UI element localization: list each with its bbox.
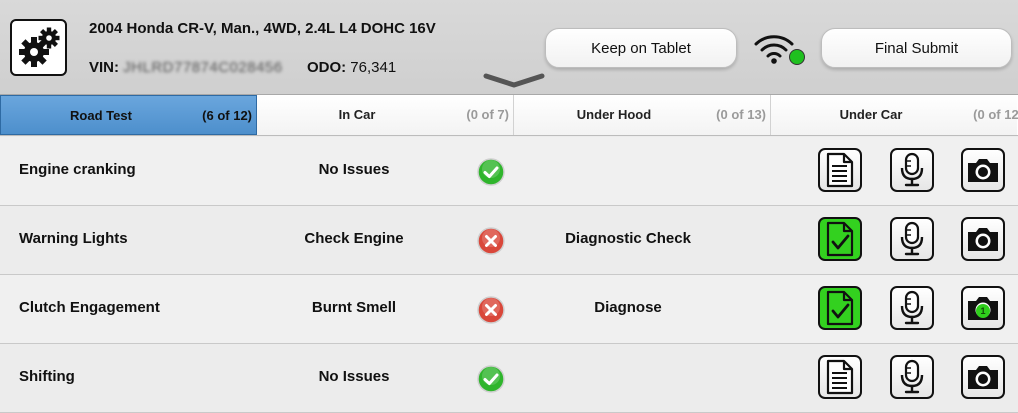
tab-under-hood[interactable]: Under Hood (0 of 13) (514, 95, 771, 135)
camera-icon (968, 228, 998, 251)
item-name: Warning Lights (19, 230, 128, 247)
inspection-row[interactable]: Clutch Engagement Burnt Smell Diagnose 1 (0, 275, 1018, 344)
odo-label: ODO: (306, 59, 347, 76)
tab-count: (0 of 7) (466, 107, 509, 122)
result-indicator[interactable] (477, 158, 505, 186)
tab-label: Road Test (70, 108, 132, 123)
odo-value: 76,341 (350, 59, 397, 76)
tab-under-car[interactable]: Under Car (0 of 12) (771, 95, 1018, 135)
recommended-action[interactable]: Diagnostic Check (528, 230, 728, 247)
vehicle-header: 2004 Honda CR-V, Man., 4WD, 2.4L L4 DOHC… (0, 0, 1018, 95)
photo-button[interactable] (961, 355, 1005, 399)
photo-count-badge: 1 (976, 304, 990, 318)
category-tabs: Road Test (6 of 12) In Car (0 of 7) Unde… (0, 95, 1018, 136)
microphone-icon (900, 221, 924, 256)
inspection-row[interactable]: Warning Lights Check Engine Diagnostic C… (0, 206, 1018, 275)
tab-road-test[interactable]: Road Test (6 of 12) (0, 95, 257, 135)
check-circle-icon (477, 158, 505, 186)
vin-odo-line: VIN: JHLRD77874C028456 ODO: 76,341 (89, 59, 396, 76)
settings-button[interactable] (10, 19, 67, 76)
inspection-row[interactable]: Engine cranking No Issues (0, 137, 1018, 206)
item-name: Engine cranking (19, 161, 136, 178)
item-status[interactable]: No Issues (254, 368, 454, 385)
gears-icon (18, 27, 59, 67)
microphone-icon (900, 359, 924, 394)
voice-note-button[interactable] (890, 286, 934, 330)
voice-note-button[interactable] (890, 355, 934, 399)
document-check-icon (826, 290, 854, 326)
vin-value: JHLRD77874C028456 (123, 59, 283, 76)
notes-button[interactable] (818, 286, 862, 330)
document-icon (826, 359, 854, 395)
notes-button[interactable] (818, 148, 862, 192)
item-status[interactable]: No Issues (254, 161, 454, 178)
x-circle-icon (477, 296, 505, 324)
voice-note-button[interactable] (890, 148, 934, 192)
chevron-down-icon[interactable] (483, 72, 545, 90)
tab-count: (0 of 12) (973, 107, 1018, 122)
item-status[interactable]: Check Engine (254, 230, 454, 247)
wifi-icon (754, 35, 805, 65)
photo-button[interactable] (961, 217, 1005, 261)
vehicle-title: 2004 Honda CR-V, Man., 4WD, 2.4L L4 DOHC… (89, 20, 436, 37)
inspection-list: Engine cranking No Issues Warning Lights… (0, 137, 1018, 413)
tab-in-car[interactable]: In Car (0 of 7) (257, 95, 514, 135)
result-indicator[interactable] (477, 365, 505, 393)
check-circle-icon (477, 365, 505, 393)
document-icon (826, 152, 854, 188)
tab-label: Under Car (839, 107, 903, 122)
item-status[interactable]: Burnt Smell (254, 299, 454, 316)
microphone-icon (900, 152, 924, 187)
item-name: Shifting (19, 368, 75, 385)
microphone-icon (900, 290, 924, 325)
tab-count: (0 of 13) (716, 107, 766, 122)
recommended-action[interactable]: Diagnose (528, 299, 728, 316)
result-indicator[interactable] (477, 296, 505, 324)
camera-icon (968, 366, 998, 389)
notes-button[interactable] (818, 355, 862, 399)
connection-status-dot (789, 49, 805, 65)
vin-label: VIN: (89, 59, 119, 76)
camera-icon (968, 159, 998, 182)
tab-label: Under Hood (576, 107, 652, 122)
item-name: Clutch Engagement (19, 299, 160, 316)
keep-on-tablet-button[interactable]: Keep on Tablet (545, 28, 737, 68)
inspection-row[interactable]: Shifting No Issues (0, 344, 1018, 413)
x-circle-icon (477, 227, 505, 255)
tab-count: (6 of 12) (202, 108, 252, 123)
tab-label: In Car (338, 107, 376, 122)
final-submit-button[interactable]: Final Submit (821, 28, 1012, 68)
notes-button[interactable] (818, 217, 862, 261)
document-check-icon (826, 221, 854, 257)
photo-button[interactable]: 1 (961, 286, 1005, 330)
photo-button[interactable] (961, 148, 1005, 192)
result-indicator[interactable] (477, 227, 505, 255)
voice-note-button[interactable] (890, 217, 934, 261)
